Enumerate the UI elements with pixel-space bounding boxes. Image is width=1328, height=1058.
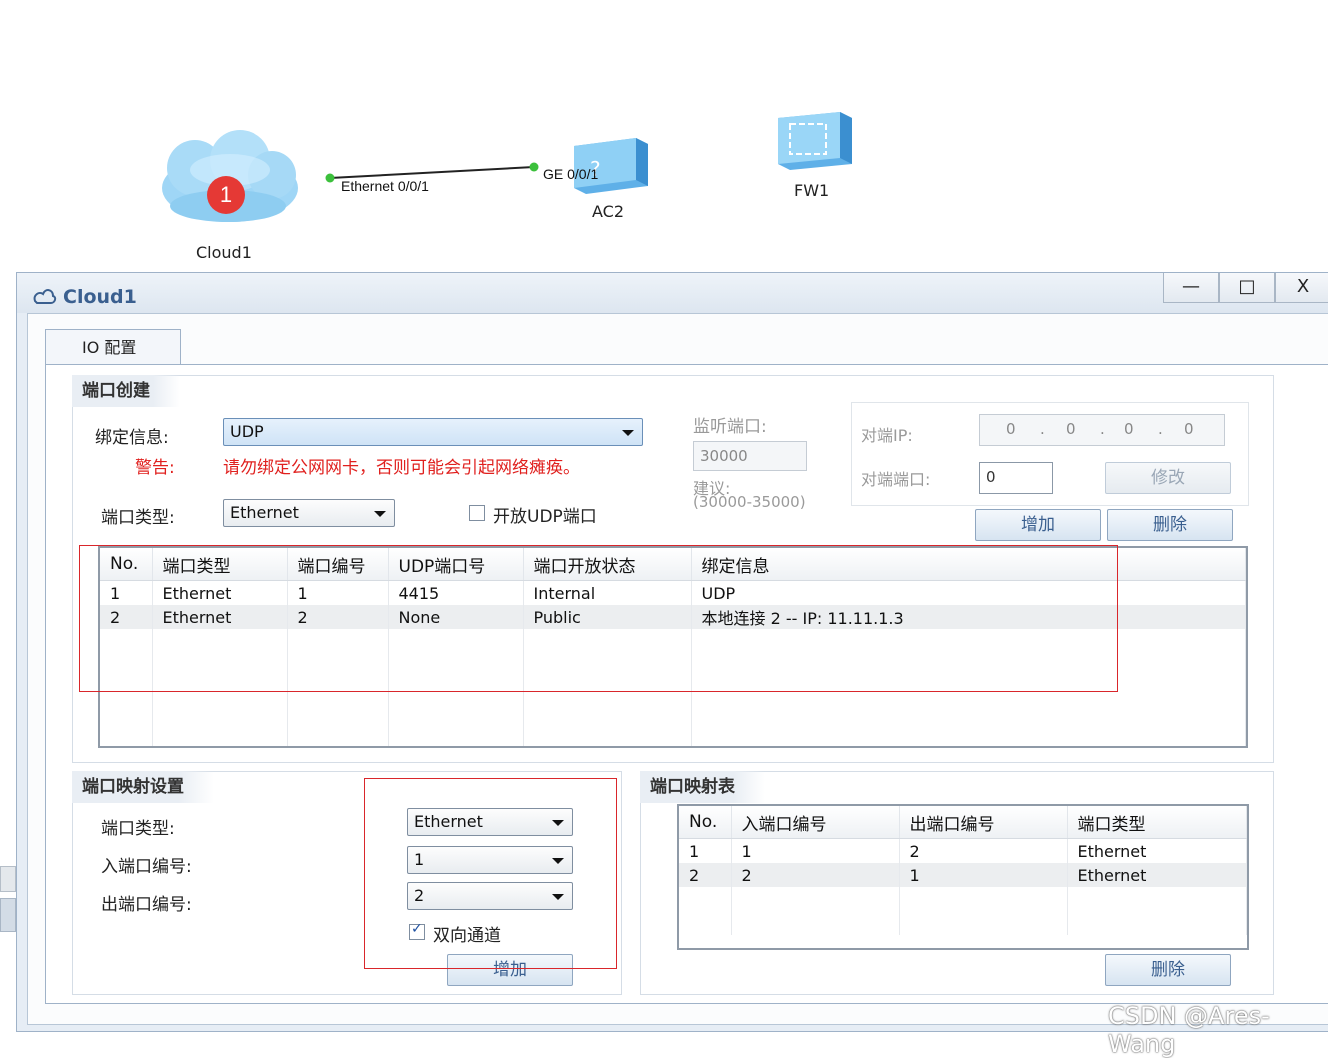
- fw-device-label[interactable]: FW1: [794, 181, 829, 200]
- port-mapping-title: 端口映射设置: [72, 771, 214, 803]
- window-title: Cloud1: [63, 286, 137, 308]
- background-panel-edge: [0, 866, 16, 892]
- topology-canvas: ?: [162, 112, 852, 222]
- peer-port-input[interactable]: 0: [979, 462, 1053, 494]
- maximize-button[interactable]: □: [1219, 273, 1275, 303]
- mapping-table-title: 端口映射表: [640, 771, 765, 803]
- ac-device-label[interactable]: AC2: [592, 202, 624, 221]
- bind-info-value: UDP: [230, 422, 264, 441]
- col-out-port[interactable]: 出端口编号: [899, 806, 1068, 839]
- peer-ip-octet-4: 0: [1184, 420, 1194, 438]
- peer-ip-octet-2: 0: [1066, 420, 1076, 438]
- peer-ip-octet-3: 0: [1124, 420, 1134, 438]
- cloud-app-icon: [33, 289, 57, 304]
- cell-out-port: 2: [899, 838, 1068, 863]
- cell-no: 1: [679, 838, 732, 863]
- table-row[interactable]: 1 1 2 Ethernet: [679, 838, 1247, 863]
- table-row-empty: [100, 725, 1246, 746]
- bind-info-label: 绑定信息:: [95, 428, 169, 448]
- open-udp-checkbox[interactable]: [469, 505, 485, 521]
- peer-ip-input[interactable]: 0 . 0 . 0 . 0: [979, 414, 1225, 446]
- col-no[interactable]: No.: [679, 806, 732, 839]
- listen-port-input[interactable]: 30000: [693, 441, 807, 471]
- port-type-value: Ethernet: [230, 503, 299, 522]
- listen-port-label: 监听端口:: [693, 417, 767, 437]
- col-port-type[interactable]: 端口类型: [1067, 806, 1247, 839]
- port-create-title: 端口创建: [72, 375, 180, 407]
- table-row[interactable]: 2 2 1 Ethernet: [679, 863, 1247, 887]
- table-row-empty: [679, 887, 1247, 911]
- col-in-port[interactable]: 入端口编号: [731, 806, 900, 839]
- delete-port-button[interactable]: 删除: [1107, 509, 1233, 541]
- chevron-down-icon: [374, 511, 386, 517]
- in-port-label: 入端口编号:: [101, 857, 192, 877]
- port-type-label: 端口类型:: [101, 508, 175, 528]
- open-udp-label: 开放UDP端口: [493, 507, 597, 527]
- ip-dot: .: [1040, 420, 1045, 438]
- peer-port-label: 对端端口:: [861, 470, 931, 489]
- link-port-label-left: Ethernet 0/0/1: [341, 178, 429, 194]
- suggest-range: (30000-35000): [693, 493, 806, 511]
- step-badge: 1: [207, 176, 245, 214]
- mapping-table-header: No. 入端口编号 出端口编号 端口类型: [679, 806, 1247, 839]
- background-panel-edge-2: [0, 898, 16, 932]
- mapping-port-type-label: 端口类型:: [101, 819, 175, 839]
- peer-ip-label: 对端IP:: [861, 426, 913, 445]
- watermark: CSDN @Ares-Wang: [1108, 1002, 1270, 1058]
- annotation-box-port-table: [79, 545, 1118, 692]
- cell-out-port: 1: [899, 863, 1068, 887]
- table-row-empty: [100, 701, 1246, 725]
- annotation-box-mapping-settings: [364, 778, 617, 969]
- tab-io-config[interactable]: IO 配置: [45, 329, 181, 365]
- cell-port-type: Ethernet: [1067, 838, 1247, 863]
- warning-label: 警告:: [135, 458, 175, 478]
- minimize-button[interactable]: —: [1163, 273, 1219, 303]
- link-port-label-right: GE 0/0/1: [543, 166, 599, 182]
- peer-ip-octet-1: 0: [1006, 420, 1016, 438]
- link-endpoint-left: [325, 173, 335, 183]
- modify-button[interactable]: 修改: [1105, 462, 1231, 494]
- bind-info-select[interactable]: UDP: [223, 418, 643, 446]
- link-endpoint-right: [529, 162, 539, 172]
- cell-no: 2: [679, 863, 732, 887]
- mapping-table-group: 端口映射表 No. 入端口编号 出端口编号 端口类型 1 1 2 Etherne…: [640, 771, 1274, 995]
- add-port-button[interactable]: 增加: [975, 509, 1101, 541]
- chevron-down-icon: [622, 430, 634, 436]
- cell-in-port: 1: [731, 838, 900, 863]
- ip-dot: .: [1100, 420, 1105, 438]
- table-row-empty: [679, 911, 1247, 935]
- ip-dot: .: [1158, 420, 1163, 438]
- cloud-device-label[interactable]: Cloud1: [196, 243, 252, 262]
- window-titlebar[interactable]: Cloud1 — □ X: [17, 273, 1328, 313]
- close-button[interactable]: X: [1275, 273, 1328, 303]
- out-port-label: 出端口编号:: [101, 895, 192, 915]
- port-type-select[interactable]: Ethernet: [223, 499, 395, 527]
- cell-port-type: Ethernet: [1067, 863, 1247, 887]
- cell-in-port: 2: [731, 863, 900, 887]
- mapping-table: No. 入端口编号 出端口编号 端口类型 1 1 2 Ethernet 2 2 …: [677, 804, 1249, 950]
- firewall-icon: [778, 112, 852, 170]
- warning-text: 请勿绑定公网网卡，否则可能会引起网络瘫痪。: [223, 458, 580, 478]
- delete-mapping-button[interactable]: 删除: [1105, 954, 1231, 986]
